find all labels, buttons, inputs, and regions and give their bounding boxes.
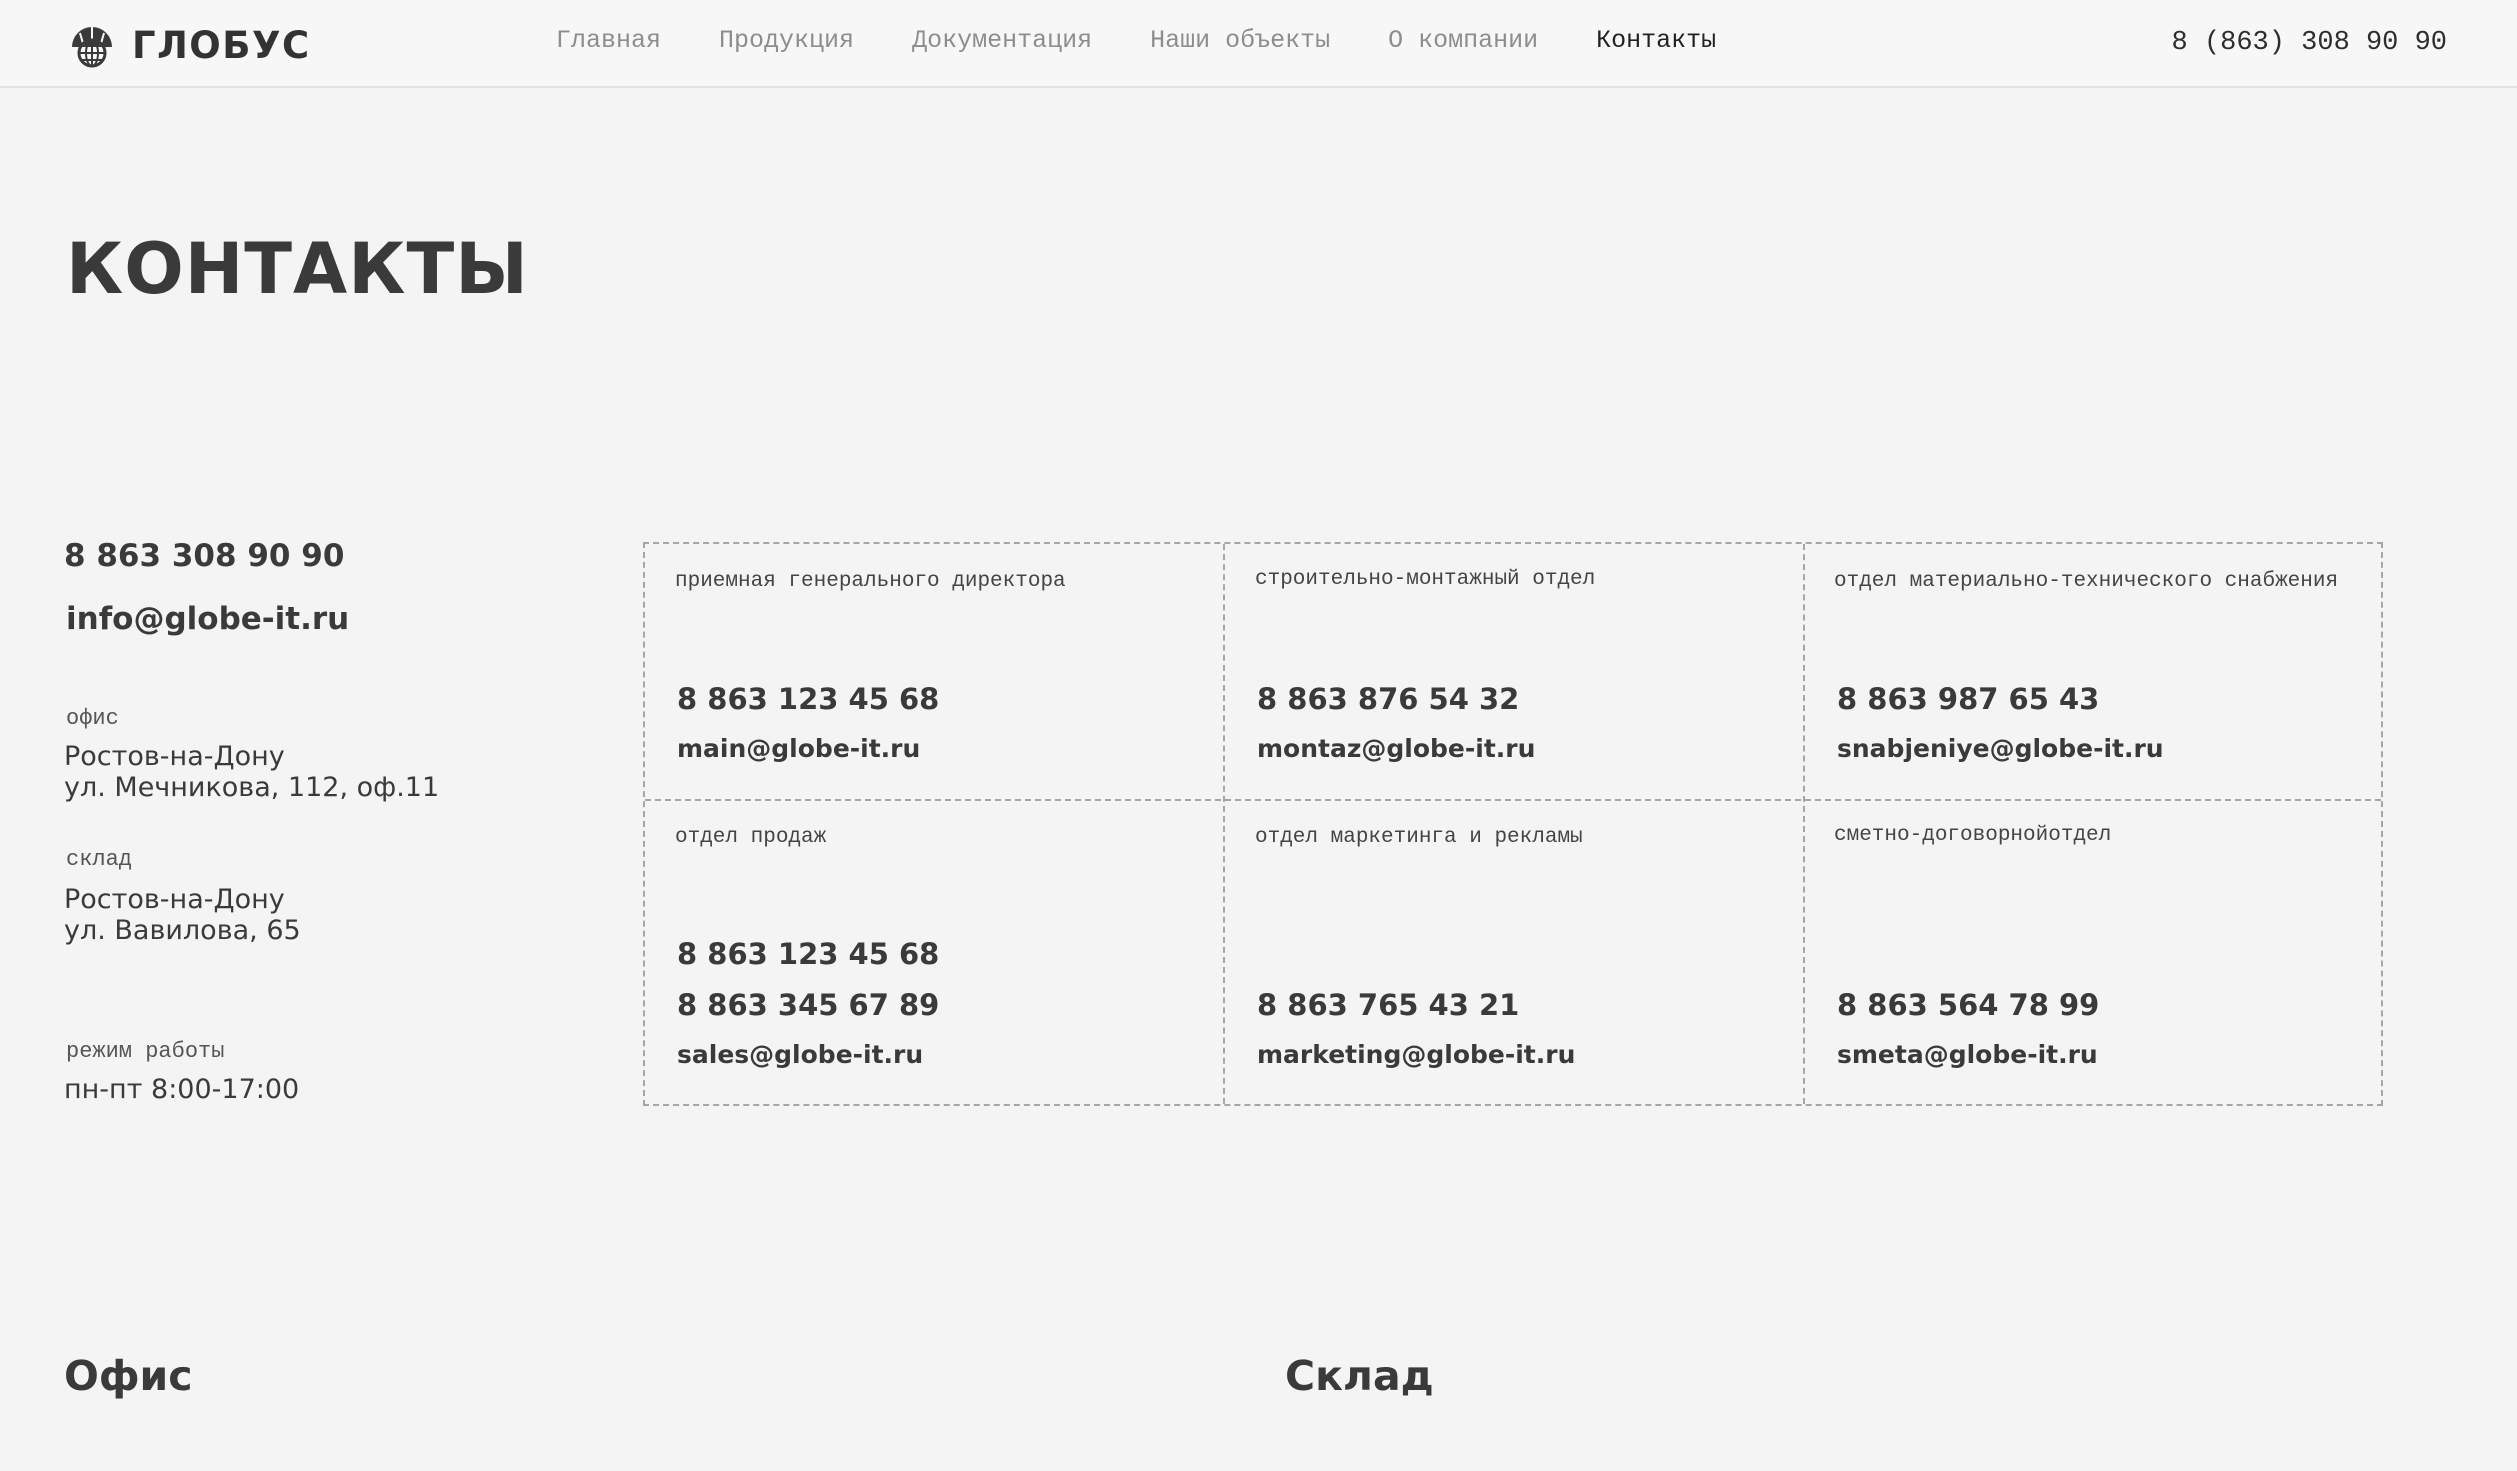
department-phone-link[interactable]: 8 863 123 45 68	[677, 682, 939, 716]
department-name: отдел маркетинга и рекламы	[1255, 826, 1583, 849]
department-name: отдел продаж	[675, 826, 827, 849]
nav-item-home[interactable]: Главная	[556, 26, 661, 55]
department-phone-link[interactable]: 8 863 876 54 32	[1257, 682, 1519, 716]
nav-item-documentation[interactable]: Документация	[912, 26, 1092, 55]
departments-grid: приемная генерального директора 8 863 12…	[643, 542, 2383, 1106]
department-card: отдел продаж 8 863 123 45 68 8 863 345 6…	[645, 800, 1225, 1106]
department-name: приемная генерального директора	[675, 570, 1066, 593]
department-phone-link[interactable]: 8 863 564 78 99	[1837, 988, 2099, 1022]
department-name: строительно-монтажный отдел	[1255, 568, 1596, 591]
warehouse-street: ул. Вавилова, 65	[64, 915, 301, 946]
department-card: строительно-монтажный отдел 8 863 876 54…	[1225, 544, 1805, 800]
department-email-link[interactable]: snabjeniye@globe-it.ru	[1837, 734, 2164, 763]
warehouse-city: Ростов-на-Дону	[64, 884, 285, 915]
department-card: приемная генерального директора 8 863 12…	[645, 544, 1225, 800]
department-card: сметно-договорнойотдел 8 863 564 78 99 s…	[1805, 800, 2385, 1106]
department-email-link[interactable]: smeta@globe-it.ru	[1837, 1040, 2098, 1069]
office-label: офис	[66, 706, 119, 731]
department-phone-link[interactable]: 8 863 987 65 43	[1837, 682, 2099, 716]
department-phone-link[interactable]: 8 863 123 45 68	[677, 937, 939, 971]
department-card: отдел материально-технического снабжения…	[1805, 544, 2385, 800]
department-name: сметно-договорнойотдел	[1834, 824, 2112, 847]
main-phone-link[interactable]: 8 863 308 90 90	[64, 538, 344, 574]
page-title: КОНТАКТЫ	[66, 228, 529, 310]
department-phone-link[interactable]: 8 863 765 43 21	[1257, 988, 1519, 1022]
department-name: отдел материально-технического снабжения	[1834, 570, 2339, 593]
department-email-link[interactable]: sales@globe-it.ru	[677, 1040, 923, 1069]
nav-item-products[interactable]: Продукция	[719, 26, 854, 55]
hours-label: режим работы	[66, 1039, 225, 1064]
office-map-heading: Офис	[64, 1352, 193, 1400]
nav-item-about[interactable]: О компании	[1388, 26, 1538, 55]
nav-item-projects[interactable]: Наши объекты	[1150, 26, 1330, 55]
main-nav: Главная Продукция Документация Наши объе…	[556, 26, 1774, 55]
site-header: ГЛОБУС Главная Продукция Документация На…	[0, 0, 2517, 88]
department-phone2-link[interactable]: 8 863 345 67 89	[677, 988, 939, 1022]
office-city: Ростов-на-Дону	[64, 741, 285, 772]
header-phone-link[interactable]: 8 (863) 308 90 90	[2172, 28, 2447, 58]
department-email-link[interactable]: main@globe-it.ru	[677, 734, 920, 763]
nav-item-contacts[interactable]: Контакты	[1596, 26, 1716, 55]
department-email-link[interactable]: marketing@globe-it.ru	[1257, 1040, 1575, 1069]
warehouse-map-heading: Склад	[1285, 1352, 1434, 1400]
warehouse-label: склад	[66, 847, 133, 872]
logo[interactable]: ГЛОБУС	[68, 22, 311, 68]
department-email-link[interactable]: montaz@globe-it.ru	[1257, 734, 1535, 763]
globe-logo-icon	[68, 21, 116, 69]
logo-text: ГЛОБУС	[132, 23, 311, 67]
main-email-link[interactable]: info@globe-it.ru	[66, 601, 349, 637]
department-card: отдел маркетинга и рекламы 8 863 765 43 …	[1225, 800, 1805, 1106]
hours-value: пн-пт 8:00-17:00	[64, 1074, 300, 1105]
office-street: ул. Мечникова, 112, оф.11	[64, 772, 440, 803]
